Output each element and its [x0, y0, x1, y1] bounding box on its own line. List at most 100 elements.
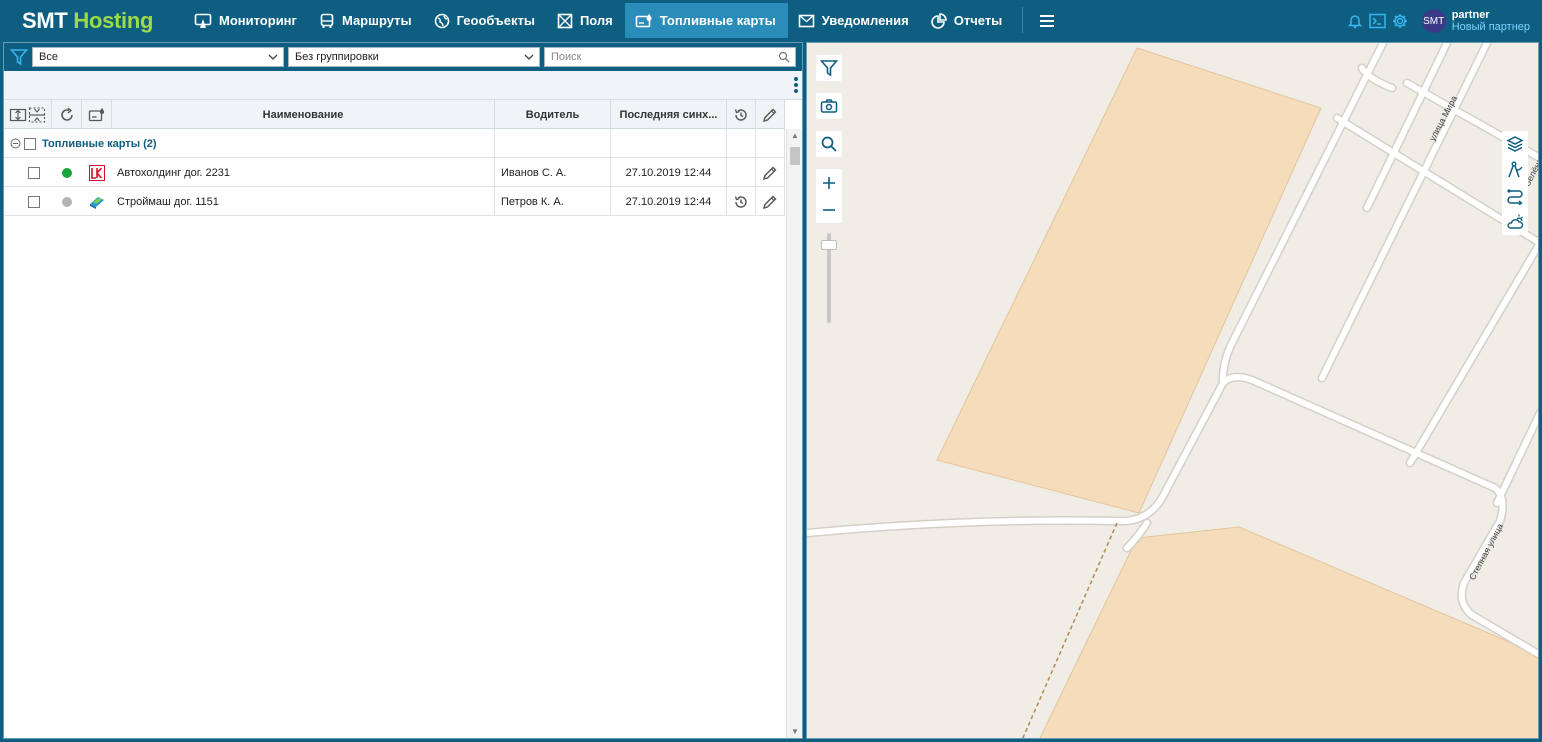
- nav-geoobjects-label: Геообъекты: [456, 13, 535, 28]
- nav-notifications-label: Уведомления: [821, 13, 909, 28]
- table-row[interactable]: Автохолдинг дог. 2231 Иванов С. А. 27.10…: [4, 158, 785, 187]
- group-title: Топливные карты (2): [42, 137, 157, 150]
- main-nav: Мониторинг Маршруты Геообъекты Поля Топл…: [184, 3, 1055, 38]
- user-info[interactable]: partner Новый партнер: [1452, 9, 1530, 33]
- logo-text-smt: SMT: [22, 8, 68, 33]
- table-row[interactable]: Строймаш дог. 1151 Петров К. А. 27.10.20…: [4, 187, 785, 216]
- console-button[interactable]: [1368, 13, 1386, 29]
- zoom-slider-handle[interactable]: [821, 240, 837, 250]
- ruler-compass-icon: [1508, 161, 1523, 178]
- route-icon: [1507, 189, 1523, 205]
- group-cell: Топливные карты (2): [4, 129, 495, 158]
- scroll-down-arrow[interactable]: ▼: [791, 727, 799, 736]
- expand-all-icon[interactable]: [9, 106, 27, 124]
- map-screenshot-button[interactable]: [816, 93, 842, 119]
- nav-fuel-cards-label: Топливные карты: [659, 13, 776, 28]
- nav-routes[interactable]: Маршруты: [309, 3, 424, 38]
- nav-fields-label: Поля: [579, 13, 613, 28]
- funnel-icon: [9, 49, 29, 66]
- bus-icon: [320, 13, 334, 28]
- edit-header: [756, 100, 785, 129]
- row-checkbox[interactable]: [28, 166, 40, 179]
- row-status-cell: [52, 187, 82, 216]
- row-history-cell: [727, 158, 756, 187]
- collapse-all-icon[interactable]: [28, 106, 46, 124]
- map-view[interactable]: улица Мира Степная улица Зелёная: [806, 42, 1539, 739]
- more-options-button[interactable]: [794, 77, 798, 95]
- avatar[interactable]: SMT: [1421, 9, 1446, 33]
- status-dot-inactive: [62, 196, 72, 207]
- nav-monitoring[interactable]: Мониторинг: [184, 3, 309, 38]
- bell-icon: [1347, 15, 1362, 29]
- nav-divider: [1022, 7, 1024, 33]
- scroll-up-arrow[interactable]: ▲: [791, 131, 799, 140]
- group-row[interactable]: Топливные карты (2): [4, 129, 785, 158]
- filter-toggle-button[interactable]: [9, 48, 29, 69]
- search-icon: [778, 51, 790, 63]
- row-checkbox[interactable]: [28, 195, 40, 208]
- filter-bar: Все Без группировки Поиск: [4, 43, 802, 71]
- nav-fields[interactable]: Поля: [547, 3, 625, 38]
- group-driver-cell: [495, 129, 611, 158]
- scroll-thumb[interactable]: [790, 147, 800, 165]
- status-select[interactable]: Все: [32, 47, 284, 67]
- terminal-icon: [1368, 13, 1386, 29]
- status-header: [52, 100, 82, 129]
- map-filter-button[interactable]: [816, 55, 842, 81]
- logo-text-hosting: Hosting: [73, 8, 154, 33]
- row-edit-button[interactable]: [756, 158, 785, 187]
- search-placeholder: Поиск: [551, 51, 582, 63]
- logo[interactable]: SMT Hosting: [22, 8, 153, 34]
- row-edit-button[interactable]: [756, 187, 785, 216]
- globe-icon: [434, 13, 449, 28]
- column-header-last-sync[interactable]: Последняя синх...: [611, 100, 727, 129]
- hamburger-icon: [1040, 14, 1055, 27]
- nav-notifications[interactable]: Уведомления: [788, 3, 921, 38]
- partner-link[interactable]: Новый партнер: [1452, 21, 1530, 33]
- pie-chart-icon: [930, 12, 947, 29]
- row-history-button[interactable]: [727, 187, 756, 216]
- notifications-button[interactable]: [1347, 13, 1363, 29]
- nav-geoobjects[interactable]: Геообъекты: [424, 3, 547, 38]
- measure-button[interactable]: [1502, 157, 1528, 183]
- map-canvas: [807, 43, 1538, 738]
- zoom-out-button[interactable]: [816, 196, 842, 223]
- status-select-value: Все: [39, 51, 58, 63]
- chevron-down-icon: [524, 54, 534, 60]
- nav-fuel-cards[interactable]: Топливные карты: [624, 3, 788, 38]
- vertical-scrollbar[interactable]: ▲ ▼: [786, 129, 802, 738]
- chevron-down-icon: [268, 54, 278, 60]
- fuel-cards-panel: Все Без группировки Поиск Наименование В…: [3, 42, 803, 739]
- camera-icon: [820, 99, 838, 113]
- grouping-select[interactable]: Без группировки: [288, 47, 540, 67]
- expand-collapse-header: [4, 100, 52, 129]
- refresh-icon[interactable]: [59, 106, 75, 123]
- zoom-in-button[interactable]: [816, 169, 842, 196]
- layers-button[interactable]: [1502, 131, 1528, 157]
- column-header-driver[interactable]: Водитель: [495, 100, 611, 129]
- collapse-group-icon[interactable]: [10, 138, 21, 149]
- nav-reports[interactable]: Отчеты: [921, 3, 1015, 38]
- row-name: Автохолдинг дог. 2231: [112, 158, 495, 187]
- settings-button[interactable]: [1392, 13, 1408, 29]
- weather-button[interactable]: [1502, 209, 1528, 235]
- layers-icon: [1506, 136, 1524, 152]
- field-icon: [557, 13, 573, 28]
- route-button[interactable]: [1502, 183, 1528, 209]
- row-driver: Петров К. А.: [495, 187, 611, 216]
- map-area-2: [1039, 526, 1538, 738]
- lukoil-logo: [89, 164, 105, 181]
- column-header-name[interactable]: Наименование: [112, 100, 495, 129]
- search-input[interactable]: Поиск: [544, 47, 796, 67]
- grouping-select-value: Без группировки: [295, 51, 379, 63]
- group-edit-cell: [756, 129, 785, 158]
- pencil-icon: [762, 195, 777, 209]
- menu-button[interactable]: [1039, 3, 1055, 38]
- zoom-controls: [816, 169, 842, 223]
- sync-header: [727, 100, 756, 129]
- monitor-icon: [194, 13, 212, 28]
- header-tools: SMT partner Новый партнер: [1341, 5, 1530, 37]
- group-checkbox[interactable]: [24, 137, 36, 150]
- row-status-cell: [52, 158, 82, 187]
- map-search-button[interactable]: [816, 131, 842, 157]
